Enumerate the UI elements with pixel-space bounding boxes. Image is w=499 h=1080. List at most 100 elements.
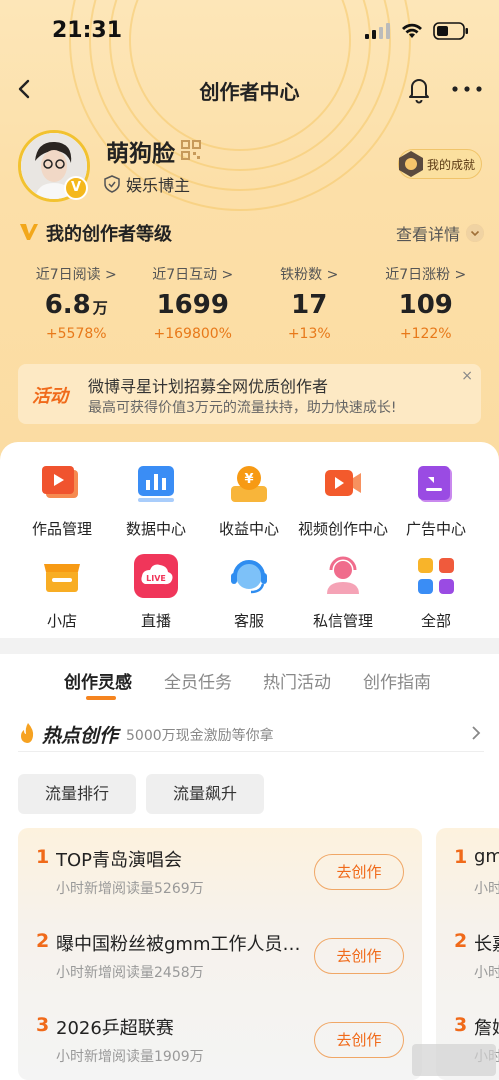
tool-data-center[interactable]: 数据中心 <box>108 462 204 539</box>
more-dots-icon <box>452 86 482 92</box>
wifi-icon <box>402 23 422 38</box>
rank-title: 2026乒超联赛 <box>56 1018 174 1039</box>
stat-value: 6.8 万 <box>44 290 108 320</box>
rank-title: 曝中国粉丝被gmm工作人员扇耳光 <box>56 934 304 955</box>
rank-title: 詹姆 <box>474 1018 499 1039</box>
view-details-label: 查看详情 <box>395 225 460 244</box>
list-item[interactable]: 3 2026乒超联赛 小时新增阅读量1909万 去创作 <box>18 996 422 1080</box>
tool-label: 全部 <box>420 612 451 630</box>
tool-label: 收益中心 <box>218 520 279 538</box>
tool-all[interactable]: 全部 <box>388 554 484 631</box>
more-button[interactable] <box>448 72 486 106</box>
view-details-link[interactable]: 查看详情 <box>396 221 484 245</box>
income-icon: ¥ <box>231 466 267 502</box>
tool-ad-center[interactable]: 广告中心 <box>388 462 484 539</box>
works-icon <box>42 466 78 498</box>
stat-label: 近7日互动 > <box>152 267 234 283</box>
tab-hot-activities[interactable]: 热门活动 <box>263 668 331 693</box>
watermark-overlay <box>412 1044 496 1076</box>
inspiration-section: 创作灵感 全员任务 热门活动 创作指南 热点创作 5000万现金激励等你拿 流量… <box>0 654 499 1080</box>
activity-tag: 活动 <box>32 386 68 407</box>
stats-panel: 近7日阅读 > 6.8 万 +5578% 近7日互动 > 1699 +169800… <box>18 264 484 350</box>
rank-number: 1 <box>454 846 468 868</box>
all-grid-icon <box>418 558 454 594</box>
tool-video-creation-center[interactable]: 视频创作中心 <box>295 462 391 539</box>
qr-code-icon[interactable] <box>180 139 202 161</box>
stat-new-fans[interactable]: 近7日涨粉 > 109 +122% <box>368 264 485 350</box>
ad-center-icon <box>418 466 452 502</box>
stat-value: 109 <box>398 290 453 320</box>
tool-label: 客服 <box>233 612 264 630</box>
tool-works-management[interactable]: 作品管理 <box>14 462 110 539</box>
flame-icon <box>21 723 34 743</box>
banner-title: 微博寻星计划招募全网优质创作者 <box>88 377 329 396</box>
tab-inspiration[interactable]: 创作灵感 <box>64 668 132 693</box>
username: 萌狗脸 <box>106 141 175 167</box>
my-achievement-button[interactable]: 我的成就 <box>398 149 482 179</box>
notification-button[interactable] <box>404 72 434 106</box>
content-tabs: 创作灵感 全员任务 热门活动 创作指南 <box>0 654 499 704</box>
customer-service-icon <box>231 560 267 594</box>
stat-value: 1699 <box>156 290 229 320</box>
stat-change: +13% <box>287 326 331 342</box>
data-center-icon <box>138 466 174 502</box>
tool-label: 广告中心 <box>405 520 466 538</box>
activity-banner[interactable]: 活动 微博寻星计划招募全网优质创作者 最高可获得价值3万元的流量扶持，助力快速成… <box>18 364 481 424</box>
go-create-button[interactable]: 去创作 <box>314 854 404 890</box>
creator-role: 娱乐博主 <box>104 172 190 196</box>
stat-iron-fans[interactable]: 铁粉数 > 17 +13% <box>251 264 368 350</box>
hot-creation-header[interactable]: 热点创作 5000万现金激励等你拿 <box>18 718 484 752</box>
go-create-button[interactable]: 去创作 <box>314 938 404 974</box>
rank-title: gm <box>474 846 499 867</box>
active-tab-indicator <box>86 696 116 700</box>
level-v-icon <box>20 224 38 240</box>
rank-subtitle: 小时新增阅读量2458万 <box>56 965 204 981</box>
hot-creation-subtitle: 5000万现金激励等你拿 <box>126 728 274 744</box>
video-creation-icon <box>325 470 361 496</box>
tool-label: 数据中心 <box>125 520 186 538</box>
tool-label: 作品管理 <box>31 520 92 538</box>
stat-value: 17 <box>291 290 328 320</box>
svg-text:LIVE: LIVE <box>146 574 166 583</box>
rank-subtitle: 小时新增阅读量1909万 <box>56 1049 204 1065</box>
bell-icon <box>409 79 429 104</box>
stat-change: +169800% <box>153 326 232 342</box>
tab-all-tasks[interactable]: 全员任务 <box>164 668 232 693</box>
rank-number: 1 <box>36 846 50 868</box>
creator-level-row: 我的创作者等级 查看详情 <box>18 218 484 246</box>
tool-label: 小店 <box>46 612 77 630</box>
list-item[interactable]: 2 曝中国粉丝被gmm工作人员扇耳光 小时新增阅读量2458万 去创作 <box>18 912 422 996</box>
tool-live[interactable]: LIVE 直播 <box>108 554 204 631</box>
tool-message-management[interactable]: 私信管理 <box>295 554 391 631</box>
verified-badge: V <box>64 176 88 200</box>
message-manage-icon <box>327 556 359 594</box>
tab-creation-guide[interactable]: 创作指南 <box>363 668 431 693</box>
status-bar: 21:31 <box>0 0 499 64</box>
shield-icon <box>104 175 120 193</box>
rank-number: 3 <box>36 1014 50 1036</box>
chevron-down-icon <box>466 224 484 242</box>
chip-traffic-surge[interactable]: 流量飙升 <box>146 774 264 814</box>
tool-label: 直播 <box>140 612 171 630</box>
signal-icon <box>365 23 390 39</box>
list-item[interactable]: 1 TOP青岛演唱会 小时新增阅读量5269万 去创作 <box>18 828 422 912</box>
go-create-button[interactable]: 去创作 <box>314 1022 404 1058</box>
tool-income-center[interactable]: ¥ 收益中心 <box>201 462 297 539</box>
tool-label: 私信管理 <box>312 612 373 630</box>
stat-interaction[interactable]: 近7日互动 > 1699 +169800% <box>135 264 252 350</box>
tools-grid: 作品管理 数据中心 ¥ 收益中心 视频创作中心 广告中心 小店 LIVE 直播 … <box>0 442 499 638</box>
tool-shop[interactable]: 小店 <box>14 554 110 631</box>
ranking-card-next[interactable]: 1 gm 小时 2 长嘉 小时 3 詹姆 小时 <box>436 828 499 1080</box>
status-icons <box>365 22 469 40</box>
navigation-bar: 创作者中心 <box>0 64 499 116</box>
tool-label: 视频创作中心 <box>297 520 388 538</box>
stat-read[interactable]: 近7日阅读 > 6.8 万 +5578% <box>18 264 135 350</box>
tool-customer-service[interactable]: 客服 <box>201 554 297 631</box>
level-title: 我的创作者等级 <box>46 224 172 245</box>
close-icon[interactable]: × <box>461 368 473 384</box>
chip-traffic-ranking[interactable]: 流量排行 <box>18 774 136 814</box>
rank-subtitle: 小时 <box>474 881 499 897</box>
banner-subtitle: 最高可获得价值3万元的流量扶持，助力快速成长! <box>88 400 397 416</box>
stat-label: 近7日阅读 > <box>35 267 117 283</box>
stat-change: +122% <box>399 326 452 342</box>
